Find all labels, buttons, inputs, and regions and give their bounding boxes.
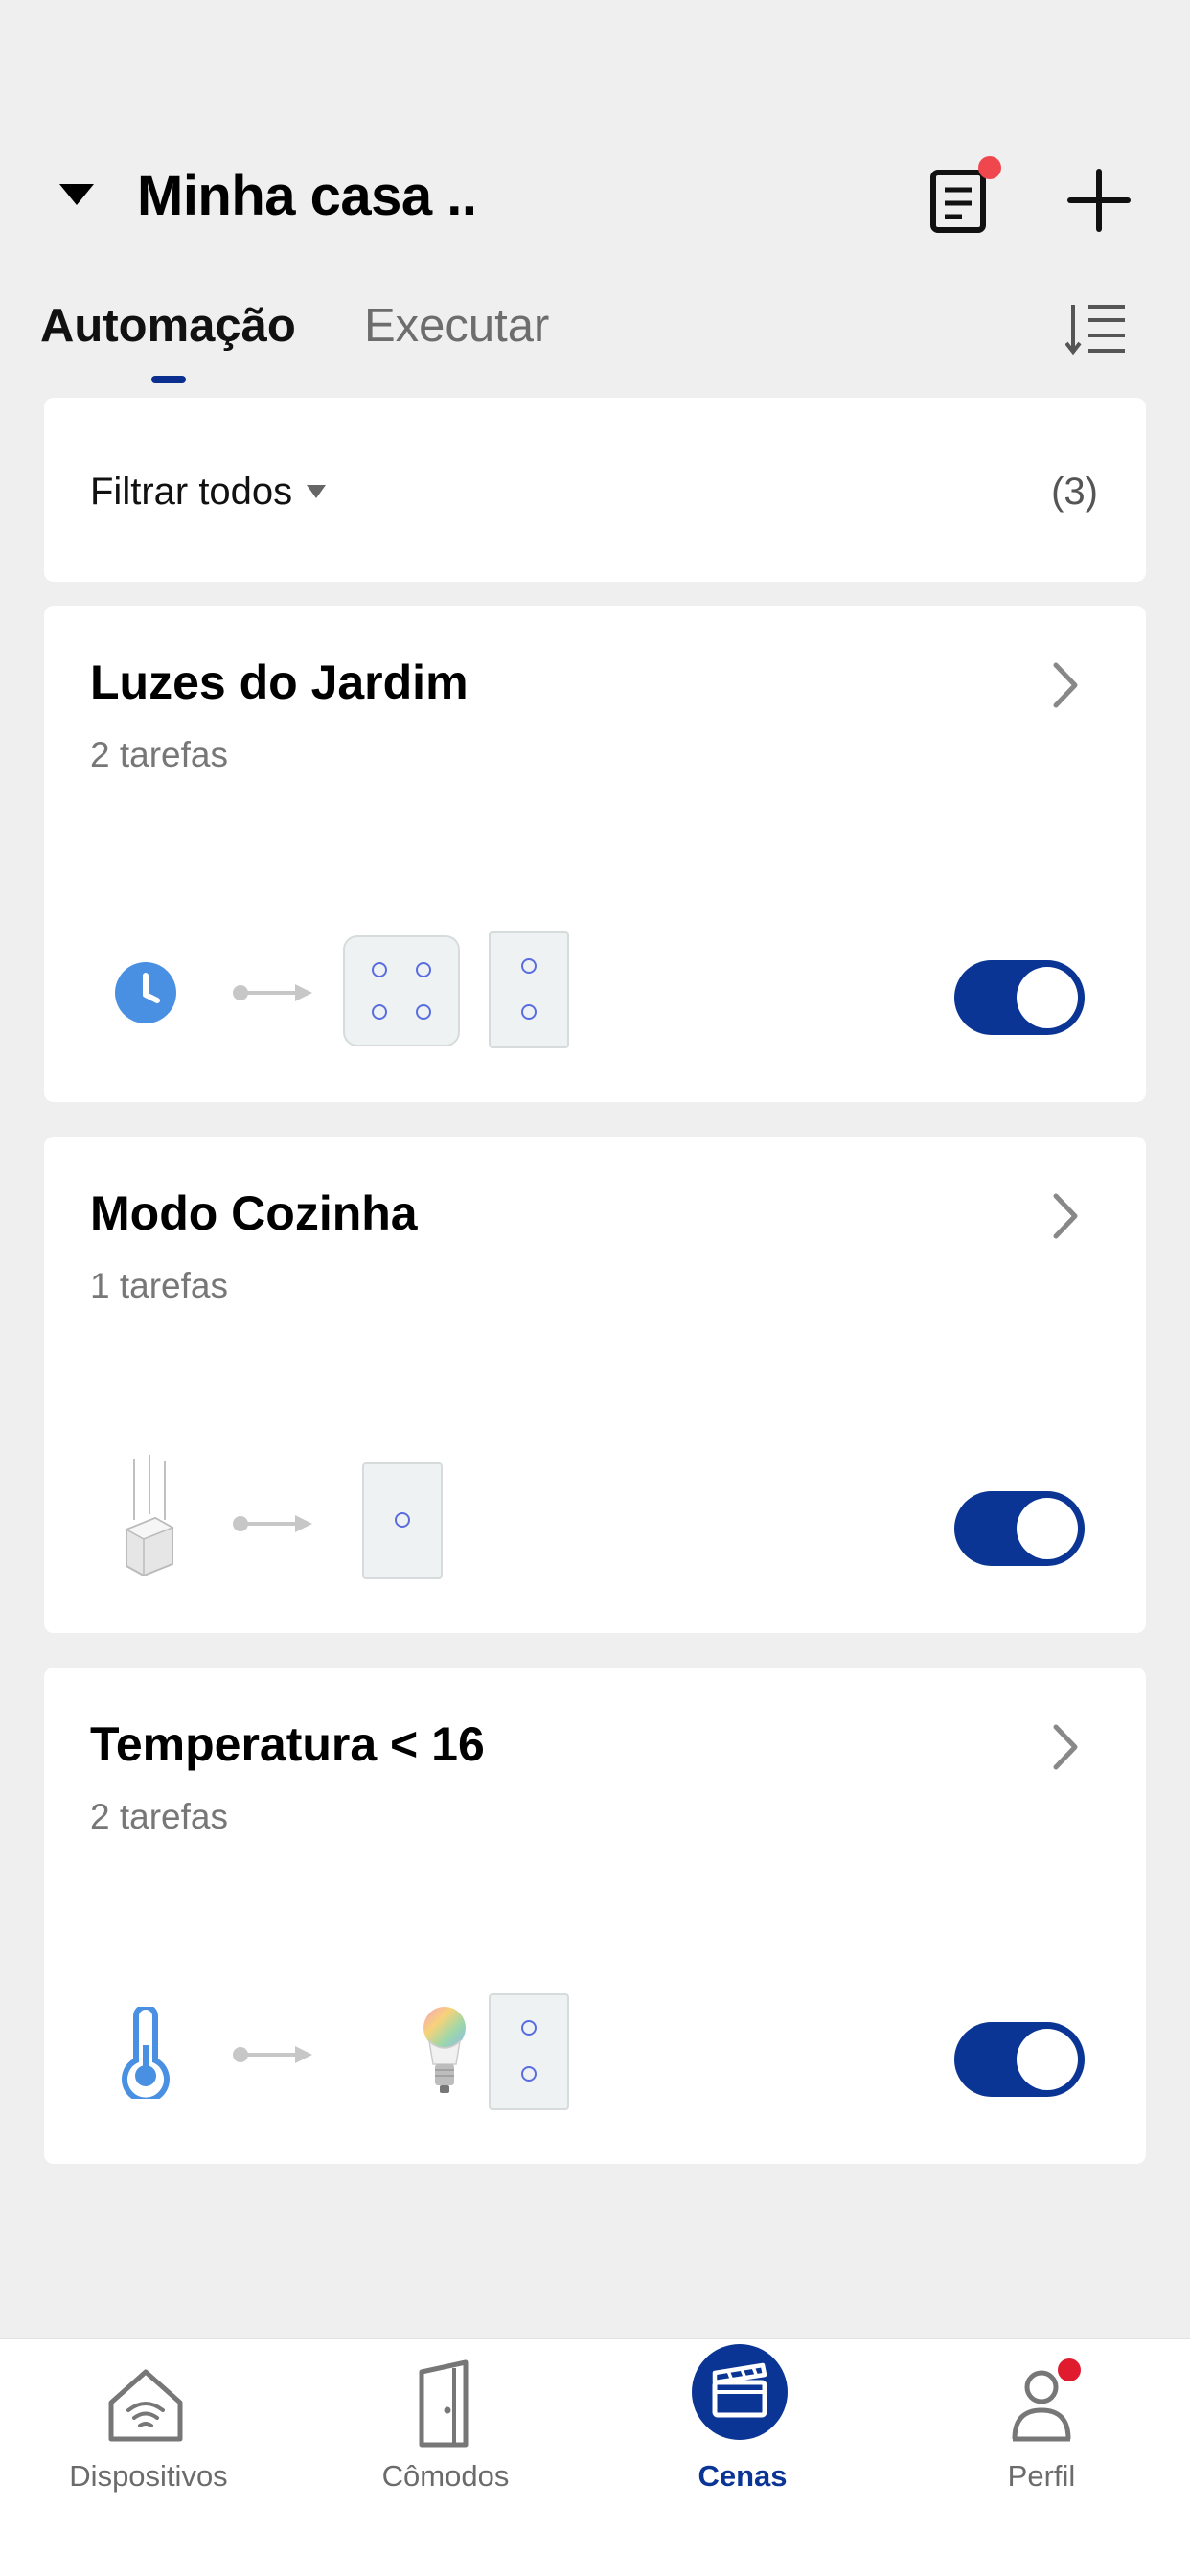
- perfil-notification-dot: [1058, 2358, 1081, 2381]
- automation-flow: [44, 922, 715, 1056]
- home-title[interactable]: Minha casa ..: [137, 163, 477, 230]
- arrow-right-icon: [233, 984, 312, 1001]
- tab-bar: Automação Executar: [0, 288, 1190, 393]
- toggle-knob: [1017, 1498, 1078, 1559]
- automation-title: Modo Cozinha: [90, 1186, 418, 1240]
- automation-flow: [44, 1453, 715, 1587]
- four-gang-switch-icon: [343, 935, 460, 1046]
- bottom-navigation: Dispositivos Cômodos Cenas Perfil: [0, 2338, 1190, 2576]
- automation-title: Temperatura < 16: [90, 1717, 485, 1771]
- nav-label: Cômodos: [381, 2459, 510, 2493]
- nav-comodos[interactable]: Cômodos: [297, 2339, 594, 2531]
- automation-card-temperatura[interactable]: Temperatura < 16 2 tarefas: [44, 1668, 1146, 2164]
- nav-perfil[interactable]: Perfil: [893, 2339, 1190, 2531]
- automation-task-count: 2 tarefas: [90, 735, 228, 774]
- tab-executar[interactable]: Executar: [364, 297, 549, 355]
- nav-dispositivos[interactable]: Dispositivos: [0, 2339, 297, 2531]
- home-wifi-icon: [108, 2369, 183, 2442]
- add-icon[interactable]: [1066, 168, 1132, 233]
- nav-label: Perfil: [1007, 2459, 1076, 2493]
- sort-icon[interactable]: [1065, 301, 1129, 356]
- automation-title: Luzes do Jardim: [90, 656, 469, 709]
- automation-toggle[interactable]: [954, 960, 1085, 1035]
- header: Minha casa ..: [0, 153, 1190, 240]
- automation-card-modo-cozinha[interactable]: Modo Cozinha 1 tarefas: [44, 1137, 1146, 1633]
- toggle-knob: [1017, 967, 1078, 1028]
- clapperboard-icon: [692, 2344, 788, 2440]
- chevron-right-icon: [1053, 662, 1078, 708]
- automation-task-count: 2 tarefas: [90, 1797, 228, 1836]
- toggle-knob: [1017, 2029, 1078, 2090]
- arrow-right-icon: [233, 1515, 312, 1532]
- active-tab-indicator: [151, 376, 186, 383]
- automation-task-count: 1 tarefas: [90, 1266, 228, 1305]
- clock-icon: [115, 962, 176, 1024]
- home-selector-caret-icon[interactable]: [57, 180, 96, 209]
- automation-flow: [44, 1984, 715, 2118]
- chevron-right-icon: [1053, 1724, 1078, 1770]
- pendant-sensor-icon: [125, 1455, 174, 1577]
- two-gang-switch-icon: [489, 932, 569, 1048]
- filter-dropdown[interactable]: Filtrar todos: [90, 465, 327, 518]
- smart-bulb-icon: [423, 2007, 466, 2093]
- nav-cenas[interactable]: Cenas: [594, 2339, 891, 2531]
- automation-toggle[interactable]: [954, 1491, 1085, 1566]
- filter-label: Filtrar todos: [90, 470, 293, 513]
- tab-automacao[interactable]: Automação: [40, 297, 296, 355]
- chevron-right-icon: [1053, 1193, 1078, 1239]
- automation-count: (3): [1051, 471, 1098, 513]
- automation-card-luzes-do-jardim[interactable]: Luzes do Jardim 2 tarefas: [44, 606, 1146, 1102]
- one-gang-switch-icon: [362, 1462, 443, 1579]
- arrow-right-icon: [233, 2046, 312, 2063]
- caret-down-icon: [307, 485, 327, 498]
- thermometer-icon: [122, 2007, 170, 2099]
- door-icon: [419, 2359, 469, 2448]
- two-gang-switch-icon: [489, 1993, 569, 2110]
- filter-card: Filtrar todos (3): [44, 398, 1146, 582]
- nav-label: Cenas: [698, 2459, 788, 2493]
- notes-notification-dot: [978, 156, 1001, 179]
- nav-label: Dispositivos: [69, 2459, 228, 2493]
- automation-toggle[interactable]: [954, 2022, 1085, 2097]
